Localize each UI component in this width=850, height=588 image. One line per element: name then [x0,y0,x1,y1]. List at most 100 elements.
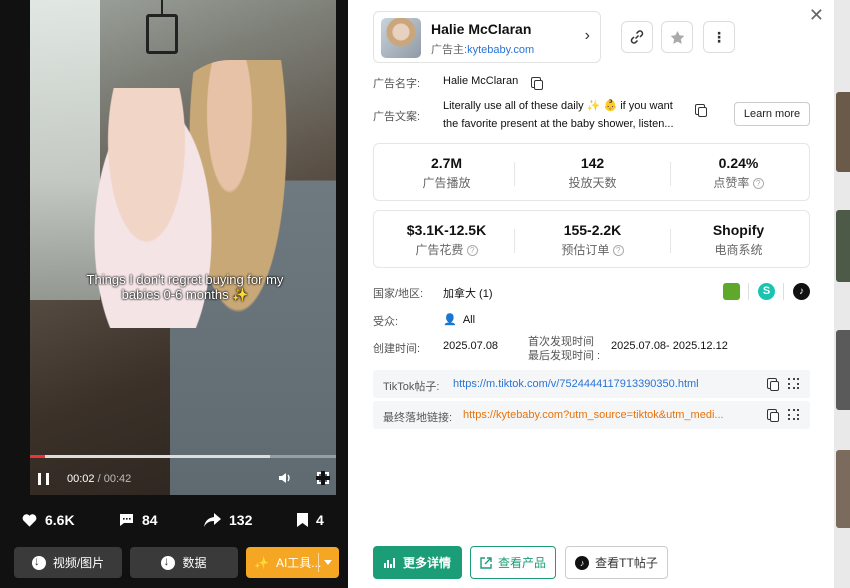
advertiser-info: 广告主:kytebaby.com [431,41,534,57]
tiktok-post-link[interactable]: https://m.tiktok.com/v/75244441179133903… [453,378,753,390]
ad-copy-line2: the favorite present at the baby shower,… [443,118,674,130]
comments-stat: 84 [119,512,158,528]
share-icon [204,513,221,527]
shares-stat: 132 [204,512,252,528]
more-details-label: 更多详情 [402,556,451,570]
engagement-stats: 6.6K 84 132 4 [0,512,348,536]
audience-value-wrap: 👤 All [443,313,475,326]
more-vertical-icon: ⋮ [712,29,726,45]
advertiser-domain-link[interactable]: kytebaby.com [467,44,534,56]
download-data-button[interactable]: 数据 [130,547,238,578]
metric-like-rate: 0.24% 点赞率 ? [666,144,811,202]
ad-copy-line1: Literally use all of these daily ✨ 👶 if … [443,100,673,112]
view-tt-post-button[interactable]: ♪ 查看TT帖子 [565,546,668,579]
view-product-label: 查看产品 [497,556,546,570]
more-options-button[interactable]: ⋮ [703,21,735,53]
metric-label: 投放天数 [568,176,617,190]
seen-range-value: 2025.07.08- 2025.12.12 [611,340,728,352]
time-total: 00:42 [103,473,132,485]
landing-page-link[interactable]: https://kytebaby.com?utm_source=tiktok&u… [463,409,753,421]
download-media-label: 视频/图片 [52,556,105,570]
metric-label-wrap: 点赞率 ? [666,174,811,191]
advertiser-label: 广告主: [431,44,468,56]
tiktok-icon: ♪ [575,555,590,570]
metric-label: 广告花费 [415,243,464,257]
bookmark-icon [297,513,308,527]
ai-tools-divider [318,553,319,572]
help-icon[interactable]: ? [612,245,624,257]
ai-tools-button[interactable]: ✨ AI工具... [246,547,339,578]
ai-tools-label: AI工具... [275,556,322,570]
likes-stat: 6.6K [22,512,75,528]
advertiser-card[interactable]: Halie McClaran 广告主:kytebaby.com › [373,11,601,63]
link-button[interactable] [621,21,653,53]
metric-label: 电商系统 [714,243,763,257]
last-seen-label: 最后发现时间 : [528,350,601,362]
more-details-button[interactable]: 更多详情 [373,546,462,579]
background-thumbnail [836,92,850,172]
volume-icon[interactable] [278,472,292,487]
metric-label: 广告播放 [422,176,471,190]
region-label: 国家/地区: [373,288,424,300]
fullscreen-icon[interactable] [316,471,330,485]
background-thumbnail [836,210,850,282]
metric-label-wrap: 预估订单 ? [520,241,665,258]
metric-value: Shopify [712,222,765,238]
copy-icon[interactable] [767,409,779,422]
landing-page-label: 最终落地链接: [383,412,453,424]
metric-value: 2.7M [430,155,463,171]
metrics-card-1: 2.7M 广告播放 142 投放天数 0.24% 点赞率 ? [373,143,810,201]
time-sep: / [94,473,104,485]
metric-divider [514,229,515,253]
help-icon[interactable]: ? [466,245,478,257]
comment-icon [120,514,133,526]
video-player[interactable]: Things I don't regret buying for my babi… [30,0,336,495]
download-icon [31,554,46,570]
likes-count: 6.6K [45,512,75,528]
favorite-button[interactable] [661,21,693,53]
advertiser-name: Halie McClaran [431,21,532,37]
avatar [381,18,421,58]
ad-name-value: Halie McClaran [443,75,519,87]
help-icon[interactable]: ? [752,178,764,190]
chevron-down-icon[interactable] [324,560,332,565]
tiktok-icon: ♪ [793,283,810,300]
star-icon [670,30,684,44]
view-tt-post-label: 查看TT帖子 [595,556,658,570]
metric-value: 155-2.2K [563,222,622,238]
qr-code-icon[interactable] [788,378,799,389]
video-buffer-fill [30,455,270,458]
download-icon [161,554,176,570]
metric-label-wrap: 广告花费 ? [374,241,519,258]
video-controls: 00:02 / 00:42 [30,466,336,492]
learn-more-button[interactable]: Learn more [734,102,810,126]
ad-detail-panel: ✕ Halie McClaran 广告主:kytebaby.com › ⋮ 广告… [348,0,834,588]
platform-divider [748,283,749,300]
shares-count: 132 [229,512,253,528]
saves-count: 4 [316,512,324,528]
heart-icon [22,514,37,527]
metric-spend: $3.1K-12.5K 广告花费 ? [374,211,519,269]
copy-icon[interactable] [695,104,707,117]
download-media-button[interactable]: 视频/图片 [14,547,122,578]
metric-label: 预估订单 [561,243,610,257]
background-thumbnail [836,330,850,410]
video-time: 00:02 / 00:42 [67,473,131,485]
copy-icon[interactable] [531,77,543,90]
user-icon: 👤 [443,314,457,326]
qr-code-icon[interactable] [788,409,799,420]
time-current: 00:02 [67,473,95,485]
video-progress-bar[interactable] [30,455,336,458]
audience-label: 受众: [373,316,399,328]
close-icon[interactable]: ✕ [809,6,824,24]
tiktok-post-label: TikTok帖子: [383,381,440,393]
pause-icon[interactable] [38,473,49,485]
download-data-label: 数据 [182,556,207,570]
view-product-button[interactable]: 查看产品 [470,546,556,579]
copy-icon[interactable] [767,378,779,391]
metric-label: 点赞率 [713,176,750,190]
shoplazza-icon: S [758,283,775,300]
metric-divider [514,162,515,186]
background-thumbnail [836,450,850,528]
created-label: 创建时间: [373,343,421,355]
